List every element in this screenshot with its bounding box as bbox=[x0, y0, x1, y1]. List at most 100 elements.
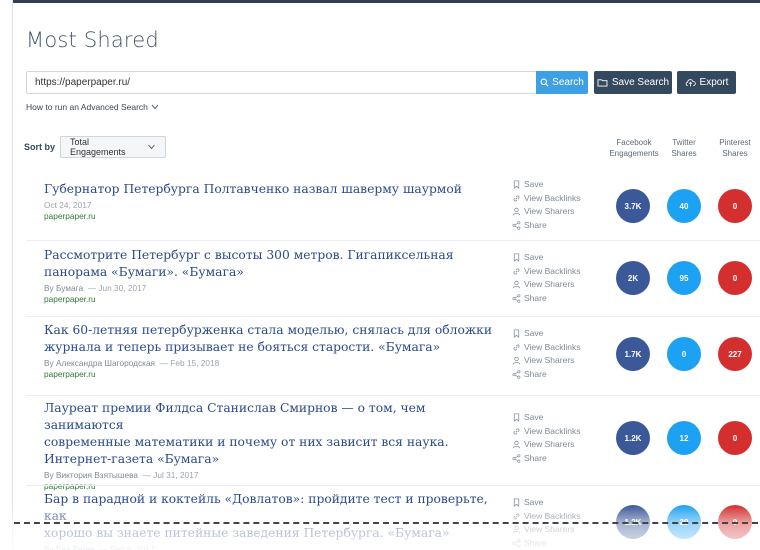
article-row: Как 60-летняя петербурженка стала модель… bbox=[44, 322, 494, 379]
article-author: By Ева Реген bbox=[44, 544, 95, 550]
save-label: Save bbox=[524, 497, 544, 507]
column-header-facebook[interactable]: Facebook Engagements bbox=[606, 137, 662, 159]
article-domain[interactable]: paperpaper.ru bbox=[44, 211, 494, 221]
user-icon bbox=[512, 281, 521, 289]
share-action[interactable]: Share bbox=[512, 292, 581, 306]
view-sharers-action[interactable]: View Sharers bbox=[512, 354, 581, 368]
column-header-pinterest[interactable]: Pinterest Shares bbox=[712, 137, 758, 159]
share-icon bbox=[512, 221, 521, 230]
facebook-engagements-badge[interactable]: 1.2K bbox=[616, 421, 650, 455]
advanced-search-label: How to run an Advanced Search bbox=[26, 102, 148, 112]
column-header-line: Shares bbox=[722, 149, 748, 158]
article-title-link[interactable]: Лауреат премии Филдса Станислав Смирнов … bbox=[44, 400, 494, 468]
share-action[interactable]: Share bbox=[512, 537, 581, 550]
view-sharers-label: View Sharers bbox=[524, 279, 575, 289]
twitter-shares-badge[interactable]: 40 bbox=[667, 189, 701, 223]
save-label: Save bbox=[524, 179, 544, 189]
chevron-down-icon bbox=[148, 144, 155, 150]
article-actions: Save View Backlinks View Sharers Share bbox=[512, 327, 581, 381]
facebook-engagements-badge[interactable]: 1.7K bbox=[616, 337, 650, 371]
share-icon bbox=[512, 454, 521, 463]
view-backlinks-action[interactable]: View Backlinks bbox=[512, 192, 581, 206]
view-backlinks-action[interactable]: View Backlinks bbox=[512, 425, 581, 439]
search-bar: Search bbox=[26, 71, 588, 94]
facebook-engagements-badge[interactable]: 2K bbox=[616, 261, 650, 295]
twitter-shares-badge[interactable]: 95 bbox=[667, 261, 701, 295]
row-divider bbox=[26, 395, 760, 396]
export-button[interactable]: Export bbox=[677, 71, 736, 94]
row-divider bbox=[26, 240, 760, 241]
article-title-link[interactable]: Бар в парадной и коктейль «Довлатов»: пр… bbox=[44, 491, 494, 542]
facebook-engagements-badge[interactable]: 3.7K bbox=[616, 189, 650, 223]
search-icon bbox=[540, 78, 549, 87]
article-title-line: Как 60-летняя петербурженка стала модель… bbox=[44, 323, 493, 337]
pinterest-shares-badge[interactable]: 0 bbox=[718, 189, 752, 223]
user-icon bbox=[512, 526, 521, 534]
view-sharers-label: View Sharers bbox=[524, 439, 575, 449]
folder-icon bbox=[597, 79, 608, 87]
view-backlinks-action[interactable]: View Backlinks bbox=[512, 341, 581, 355]
column-header-line: Facebook bbox=[616, 138, 652, 147]
sidebar-edge bbox=[12, 0, 13, 550]
link-icon bbox=[513, 195, 520, 202]
user-icon bbox=[512, 357, 521, 365]
view-sharers-action[interactable]: View Sharers bbox=[512, 278, 581, 292]
article-domain[interactable]: paperpaper.ru bbox=[44, 294, 494, 304]
bookmark-icon bbox=[513, 498, 520, 508]
article-domain[interactable]: paperpaper.ru bbox=[44, 369, 494, 379]
article-domain[interactable]: paperpaper.ru bbox=[44, 481, 494, 491]
user-icon bbox=[512, 441, 521, 449]
article-author: By Александра Шагородская bbox=[44, 358, 156, 368]
pinterest-shares-badge[interactable]: 0 bbox=[718, 421, 752, 455]
twitter-shares-badge[interactable]: 12 bbox=[667, 421, 701, 455]
search-button[interactable]: Search bbox=[536, 71, 588, 94]
column-header-line: Engagements bbox=[609, 149, 659, 158]
bookmark-icon bbox=[513, 253, 520, 263]
view-sharers-action[interactable]: View Sharers bbox=[512, 205, 581, 219]
save-action[interactable]: Save bbox=[512, 327, 581, 341]
search-input[interactable] bbox=[26, 71, 536, 94]
article-row: Лауреат премии Филдса Станислав Смирнов … bbox=[44, 400, 494, 491]
pinterest-shares-badge[interactable]: 227 bbox=[718, 337, 752, 371]
view-backlinks-label: View Backlinks bbox=[524, 192, 581, 203]
article-title-line: журнала и теперь призывает не бояться ст… bbox=[44, 340, 441, 354]
view-sharers-action[interactable]: View Sharers bbox=[512, 523, 581, 537]
link-icon bbox=[513, 268, 520, 275]
view-sharers-label: View Sharers bbox=[524, 206, 575, 216]
save-label: Save bbox=[524, 328, 544, 338]
article-title-line: Лауреат премии Филдса Станислав Смирнов … bbox=[44, 401, 426, 432]
twitter-shares-badge[interactable]: 0 bbox=[667, 337, 701, 371]
save-label: Save bbox=[524, 412, 544, 422]
share-label: Share bbox=[524, 219, 547, 230]
save-action[interactable]: Save bbox=[512, 251, 581, 265]
link-icon bbox=[513, 428, 520, 435]
cloud-upload-icon bbox=[685, 79, 696, 87]
share-action[interactable]: Share bbox=[512, 219, 581, 233]
share-action[interactable]: Share bbox=[512, 452, 581, 466]
bookmark-icon bbox=[513, 180, 520, 190]
view-backlinks-label: View Backlinks bbox=[524, 341, 581, 352]
link-icon bbox=[513, 344, 520, 351]
column-header-twitter[interactable]: Twitter Shares bbox=[660, 137, 708, 159]
save-action[interactable]: Save bbox=[512, 496, 581, 510]
view-backlinks-action[interactable]: View Backlinks bbox=[512, 510, 581, 524]
article-actions: Save View Backlinks View Sharers Share bbox=[512, 411, 581, 465]
cut-line bbox=[14, 522, 758, 524]
article-title-line: Губернатор Петербурга Полтавченко назвал… bbox=[44, 182, 462, 196]
save-search-button[interactable]: Save Search bbox=[594, 71, 672, 94]
export-label: Export bbox=[699, 77, 729, 88]
save-search-label: Save Search bbox=[611, 77, 670, 88]
article-title-link[interactable]: Рассмотрите Петербург с высоты 300 метро… bbox=[44, 247, 494, 281]
pinterest-shares-badge[interactable]: 0 bbox=[718, 261, 752, 295]
save-action[interactable]: Save bbox=[512, 178, 581, 192]
share-action[interactable]: Share bbox=[512, 368, 581, 382]
sort-selected-value: Total Engagements bbox=[70, 137, 126, 157]
view-backlinks-action[interactable]: View Backlinks bbox=[512, 265, 581, 279]
article-title-link[interactable]: Как 60-летняя петербурженка стала модель… bbox=[44, 322, 494, 356]
advanced-search-link[interactable]: How to run an Advanced Search bbox=[26, 102, 159, 112]
article-title-link[interactable]: Губернатор Петербурга Полтавченко назвал… bbox=[44, 181, 494, 198]
save-action[interactable]: Save bbox=[512, 411, 581, 425]
view-sharers-action[interactable]: View Sharers bbox=[512, 438, 581, 452]
article-actions: Save View Backlinks View Sharers Share bbox=[512, 251, 581, 305]
sort-select[interactable]: Total Engagements bbox=[60, 136, 166, 158]
